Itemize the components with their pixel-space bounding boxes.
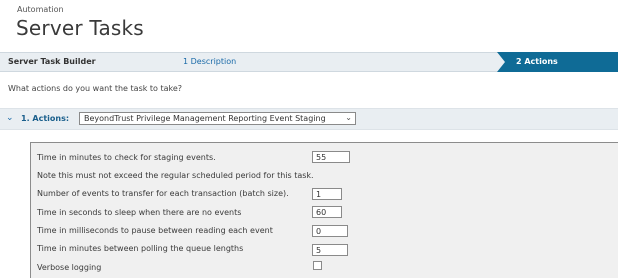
pause-milliseconds-input[interactable]: 0	[312, 225, 348, 237]
chevron-down-icon[interactable]: ⌄	[6, 113, 14, 123]
sleep-seconds-input[interactable]: 60	[312, 206, 342, 218]
verbose-logging-checkbox[interactable]	[313, 261, 322, 270]
wizard-step-actions-label: 2 Actions	[516, 57, 558, 66]
wizard-steps-bar: Server Task Builder 1 Description 2 Acti…	[0, 52, 618, 72]
actions-section-header: ⌄ 1. Actions: BeyondTrust Privilege Mana…	[0, 108, 618, 130]
wizard-title: Server Task Builder	[8, 57, 96, 66]
actions-select[interactable]: BeyondTrust Privilege Management Reporti…	[79, 112, 356, 125]
staging-note: Note this must not exceed the regular sc…	[37, 171, 314, 180]
page-title: Server Tasks	[16, 16, 144, 40]
batch-size-input[interactable]: 1	[312, 188, 342, 200]
select-caret-icon: ⌄	[345, 113, 352, 122]
staging-check-minutes-input[interactable]: 55	[312, 151, 350, 163]
action-settings-panel: Time in minutes to check for staging eve…	[30, 142, 618, 278]
verbose-logging-label: Verbose logging	[37, 263, 102, 272]
breadcrumb[interactable]: Automation	[17, 5, 64, 14]
poll-minutes-label: Time in minutes between polling the queu…	[37, 244, 244, 253]
actions-select-value: BeyondTrust Privilege Management Reporti…	[84, 114, 326, 123]
pause-milliseconds-label: Time in milliseconds to pause between re…	[37, 226, 273, 235]
actions-label: 1. Actions:	[21, 114, 70, 123]
batch-size-label: Number of events to transfer for each tr…	[37, 189, 289, 198]
sleep-seconds-label: Time in seconds to sleep when there are …	[37, 208, 242, 217]
poll-minutes-input[interactable]: 5	[312, 244, 348, 256]
actions-question: What actions do you want the task to tak…	[8, 84, 183, 93]
wizard-step-description[interactable]: 1 Description	[183, 57, 236, 66]
server-tasks-page: Automation Server Tasks Server Task Buil…	[0, 0, 618, 278]
staging-check-label: Time in minutes to check for staging eve…	[37, 153, 216, 162]
wizard-step-actions[interactable]: 2 Actions	[497, 52, 618, 72]
